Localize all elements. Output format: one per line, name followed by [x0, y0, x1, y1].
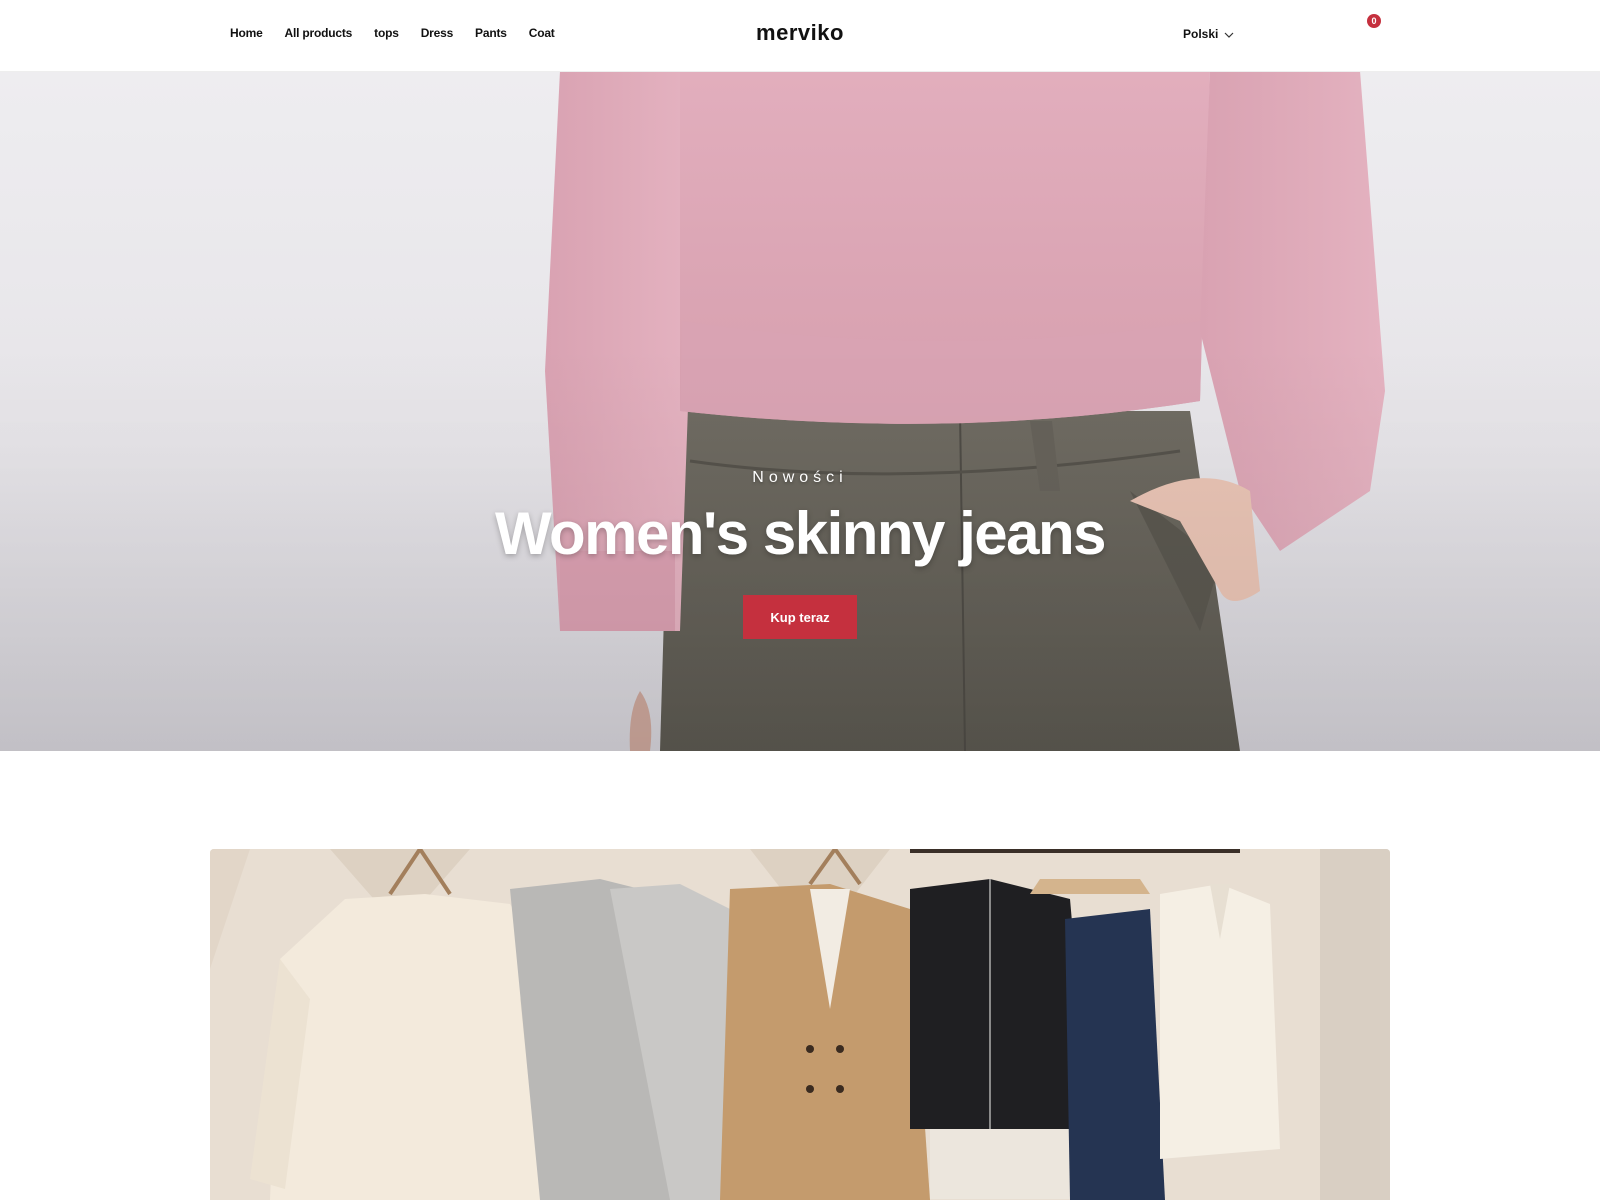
language-selector[interactable]: Polski	[1183, 27, 1234, 41]
collection-banner[interactable]	[210, 849, 1390, 1200]
cart-count-badge: 0	[1367, 14, 1381, 28]
shop-now-button[interactable]: Kup teraz	[743, 595, 857, 639]
hero-title: Women's skinny jeans	[494, 500, 1107, 567]
chevron-down-icon	[1224, 27, 1234, 41]
cart-button[interactable]: 0	[1348, 14, 1381, 44]
hero-subtitle: Nowości	[752, 469, 848, 486]
collection-image	[210, 849, 1390, 1200]
site-header: Home All products tops Dress Pants Coat …	[0, 0, 1600, 72]
language-label: Polski	[1183, 27, 1219, 41]
hero-banner: Nowości Women's skinny jeans Kup teraz	[0, 71, 1600, 751]
